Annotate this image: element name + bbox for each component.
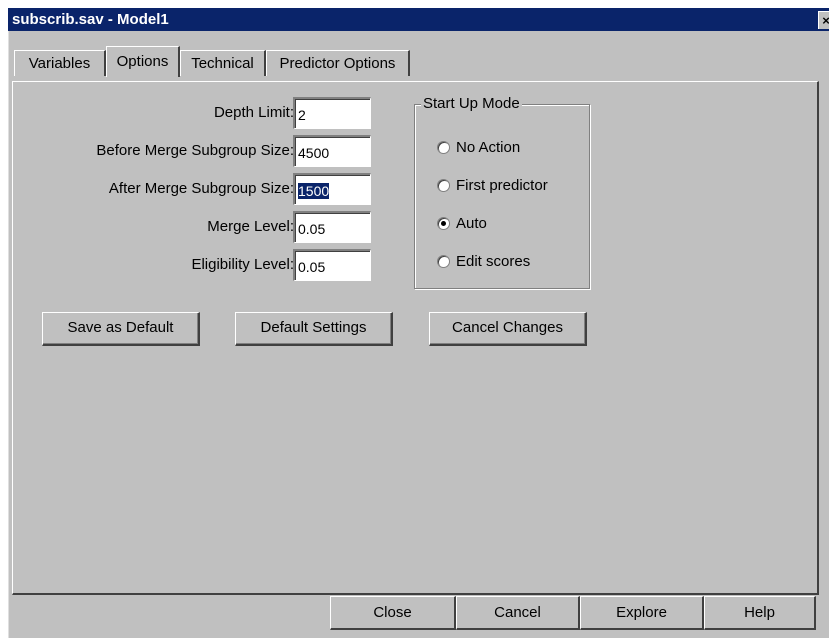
before-merge-label: Before Merge Subgroup Size:: [96, 142, 294, 159]
merge-level-field[interactable]: 0.05: [293, 211, 371, 243]
radio-no-action[interactable]: No Action: [437, 139, 520, 156]
tab-label: Predictor Options: [279, 55, 396, 72]
save-as-default-button[interactable]: Save as Default: [42, 312, 200, 346]
radio-checked-icon[interactable]: [437, 216, 450, 230]
radio-edit-scores[interactable]: Edit scores: [437, 253, 530, 270]
explore-button[interactable]: Explore: [580, 596, 704, 630]
after-merge-label: After Merge Subgroup Size:: [108, 180, 294, 197]
dialog-window: subscrib.sav - Model1 × Variables Option…: [8, 8, 829, 638]
startup-mode-group: Start Up Mode No Action First predictor …: [414, 95, 590, 289]
tab-variables[interactable]: Variables: [14, 50, 106, 76]
default-settings-button[interactable]: Default Settings: [235, 312, 393, 346]
depth-limit-field[interactable]: 2: [293, 97, 371, 129]
title-bar: subscrib.sav - Model1 ×: [8, 8, 829, 31]
cancel-changes-button[interactable]: Cancel Changes: [429, 312, 587, 346]
help-button[interactable]: Help: [704, 596, 816, 630]
close-button[interactable]: Close: [330, 596, 456, 630]
radio-unchecked-icon[interactable]: [437, 254, 450, 268]
window-title: subscrib.sav - Model1: [12, 11, 169, 28]
tab-label: Technical: [191, 55, 254, 72]
radio-first-predictor[interactable]: First predictor: [437, 177, 548, 194]
merge-level-label: Merge Level:: [207, 218, 294, 235]
tab-label: Variables: [28, 55, 91, 72]
radio-unchecked-icon[interactable]: [437, 178, 450, 192]
close-icon[interactable]: ×: [818, 11, 829, 29]
tab-label: Options: [116, 53, 169, 70]
radio-unchecked-icon[interactable]: [437, 140, 450, 154]
options-panel: Depth Limit: 2 Before Merge Subgroup Siz…: [12, 81, 819, 595]
eligibility-level-field[interactable]: 0.05: [293, 249, 371, 281]
before-merge-field[interactable]: 4500: [293, 135, 371, 167]
tab-options[interactable]: Options: [106, 46, 180, 77]
startup-mode-legend: Start Up Mode: [421, 95, 522, 112]
cancel-button[interactable]: Cancel: [456, 596, 580, 630]
tab-technical[interactable]: Technical: [180, 50, 266, 76]
tab-predictor-options[interactable]: Predictor Options: [266, 50, 410, 76]
radio-auto[interactable]: Auto: [437, 215, 487, 232]
depth-limit-label: Depth Limit:: [213, 104, 294, 121]
after-merge-field[interactable]: 1500: [293, 173, 371, 205]
eligibility-level-label: Eligibility Level:: [191, 256, 294, 273]
